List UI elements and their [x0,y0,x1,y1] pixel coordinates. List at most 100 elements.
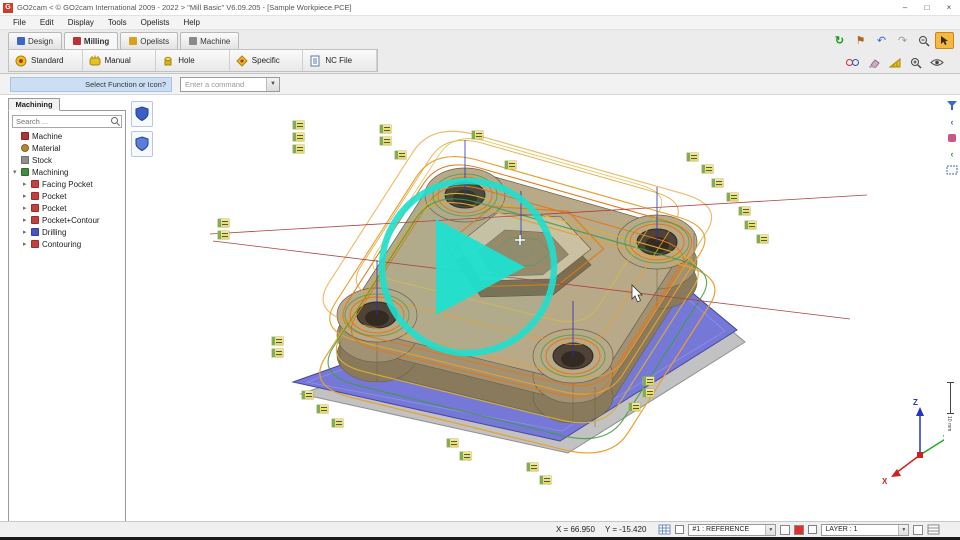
eye-icon[interactable] [927,54,946,71]
tree-item-contouring[interactable]: ▸ Contouring [9,238,125,250]
tab-opelists[interactable]: Opelists [120,32,178,49]
ribbon: Design Milling Opelists Machine Standard… [0,30,960,74]
tree-item-material[interactable]: Material [9,142,125,154]
statusbar: X = 66.950 Y = -15.420 #1 : REFERENCE ▼ … [0,521,960,537]
nc-file-icon [309,55,321,67]
expand-icon[interactable]: ▸ [23,204,31,212]
select-window-icon[interactable] [945,163,959,176]
layers-icon[interactable] [927,524,940,535]
tab-machine[interactable]: Machine [180,32,239,49]
collapse-icon[interactable]: ▾ [13,168,21,176]
anaglyph-icon[interactable] [843,54,862,71]
expand-icon[interactable]: ▸ [23,228,31,236]
contouring-icon [31,240,39,248]
nc-file-button[interactable]: NC File [303,50,377,71]
tab-machining-panel[interactable]: Machining [8,98,60,111]
titlebar: G GO2cam < © GO2cam International 2009 -… [0,0,960,16]
menu-file[interactable]: File [6,18,33,27]
expand-icon[interactable]: ▸ [23,180,31,188]
standard-button[interactable]: Standard [9,50,83,71]
tree-item-pocket-1[interactable]: ▸ Pocket [9,190,125,202]
manual-button[interactable]: Manual [83,50,157,71]
select-mode-icon[interactable] [935,32,954,49]
y-coordinate: Y = -15.420 [605,525,646,534]
paint-icon[interactable] [945,131,959,144]
pocket-icon [31,192,39,200]
tree-item-stock[interactable]: Stock [9,154,125,166]
expand-icon[interactable]: ▸ [23,192,31,200]
hole-icon [162,55,174,67]
grid-icon[interactable] [658,524,671,535]
right-toolbar: ‹ ‹ [944,95,960,521]
layer-combo[interactable]: LAYER : 1 ▼ [821,524,909,536]
specific-icon [236,55,248,67]
search-icon [110,116,121,127]
milling-icon [73,37,81,45]
tree-item-facing-pocket[interactable]: ▸ Facing Pocket [9,178,125,190]
search-input[interactable] [13,117,110,126]
tab-design[interactable]: Design [8,32,62,49]
sync-icon[interactable]: ↻ [830,32,849,49]
layer-color-swatch[interactable] [913,525,923,535]
specific-button[interactable]: Specific [230,50,304,71]
maximize-button[interactable]: □ [916,0,938,15]
tree-item-machining[interactable]: ▾ Machining [9,166,125,178]
tree-item-machine[interactable]: Machine [9,130,125,142]
eraser-icon[interactable] [864,54,883,71]
color-swatch-white[interactable] [780,525,790,535]
reference-checkbox[interactable] [675,525,684,534]
chevron-green-icon[interactable]: ‹ [945,147,959,160]
opelists-icon [129,37,137,45]
facing-pocket-icon [31,180,39,188]
layer-checkbox[interactable] [808,525,817,534]
material-node-icon [21,144,29,152]
design-icon [17,37,25,45]
pocket-contour-icon [31,216,39,224]
minimize-button[interactable]: – [894,0,916,15]
hole-button[interactable]: Hole [156,50,230,71]
color-swatch-red[interactable] [794,525,804,535]
chevron-down-icon[interactable]: ▼ [765,525,775,535]
machining-node-icon [21,168,29,176]
video-play-overlay[interactable] [382,181,554,353]
machine-icon [189,37,197,45]
machine-node-icon [21,132,29,140]
tree-item-pocket-2[interactable]: ▸ Pocket [9,202,125,214]
search-box[interactable] [12,115,122,128]
zoom-out-icon[interactable] [914,32,933,49]
flag-icon[interactable]: ⚑ [851,32,870,49]
command-combo[interactable]: Enter a command ▼ [180,77,280,92]
close-button[interactable]: × [938,0,960,15]
axis-z-label: Z [913,398,918,407]
menu-opelists[interactable]: Opelists [134,18,177,27]
tree-item-drilling[interactable]: ▸ Drilling [9,226,125,238]
viewport-3d[interactable]: Z Y X [127,95,944,521]
chevron-down-icon[interactable]: ▼ [898,525,908,535]
tree-item-pocket-contour[interactable]: ▸ Pocket+Contour [9,214,125,226]
expand-icon[interactable]: ▸ [23,216,31,224]
machining-panel: Machining Machine Material Stock ▾ Machi… [8,110,126,522]
stock-node-icon [21,156,29,164]
zoom-in-icon[interactable] [906,54,925,71]
milling-toolbar: Standard Manual Hole Specific NC File [8,49,378,72]
filter-icon[interactable] [945,99,959,112]
collapse-left-icon[interactable]: ‹ [945,115,959,128]
menu-tools[interactable]: Tools [101,18,134,27]
tab-milling[interactable]: Milling [64,32,118,49]
window-title: GO2cam < © GO2cam International 2009 - 2… [17,3,352,12]
expand-icon[interactable]: ▸ [23,240,31,248]
undo-icon[interactable]: ↶ [872,32,891,49]
workspace: Machining Machine Material Stock ▾ Machi… [0,95,960,521]
layer-value: LAYER : 1 [822,525,898,535]
scale-label: 10 mm [946,416,952,431]
axis-triad: Z Y X [882,398,944,486]
menu-help[interactable]: Help [177,18,207,27]
menu-edit[interactable]: Edit [33,18,61,27]
menu-display[interactable]: Display [61,18,101,27]
redo-icon[interactable]: ↷ [893,32,912,49]
reference-combo[interactable]: #1 : REFERENCE ▼ [688,524,776,536]
x-coordinate: X = 66.950 [556,525,595,534]
reference-value: #1 : REFERENCE [689,525,765,535]
chevron-down-icon[interactable]: ▼ [266,78,279,91]
measure-icon[interactable] [885,54,904,71]
